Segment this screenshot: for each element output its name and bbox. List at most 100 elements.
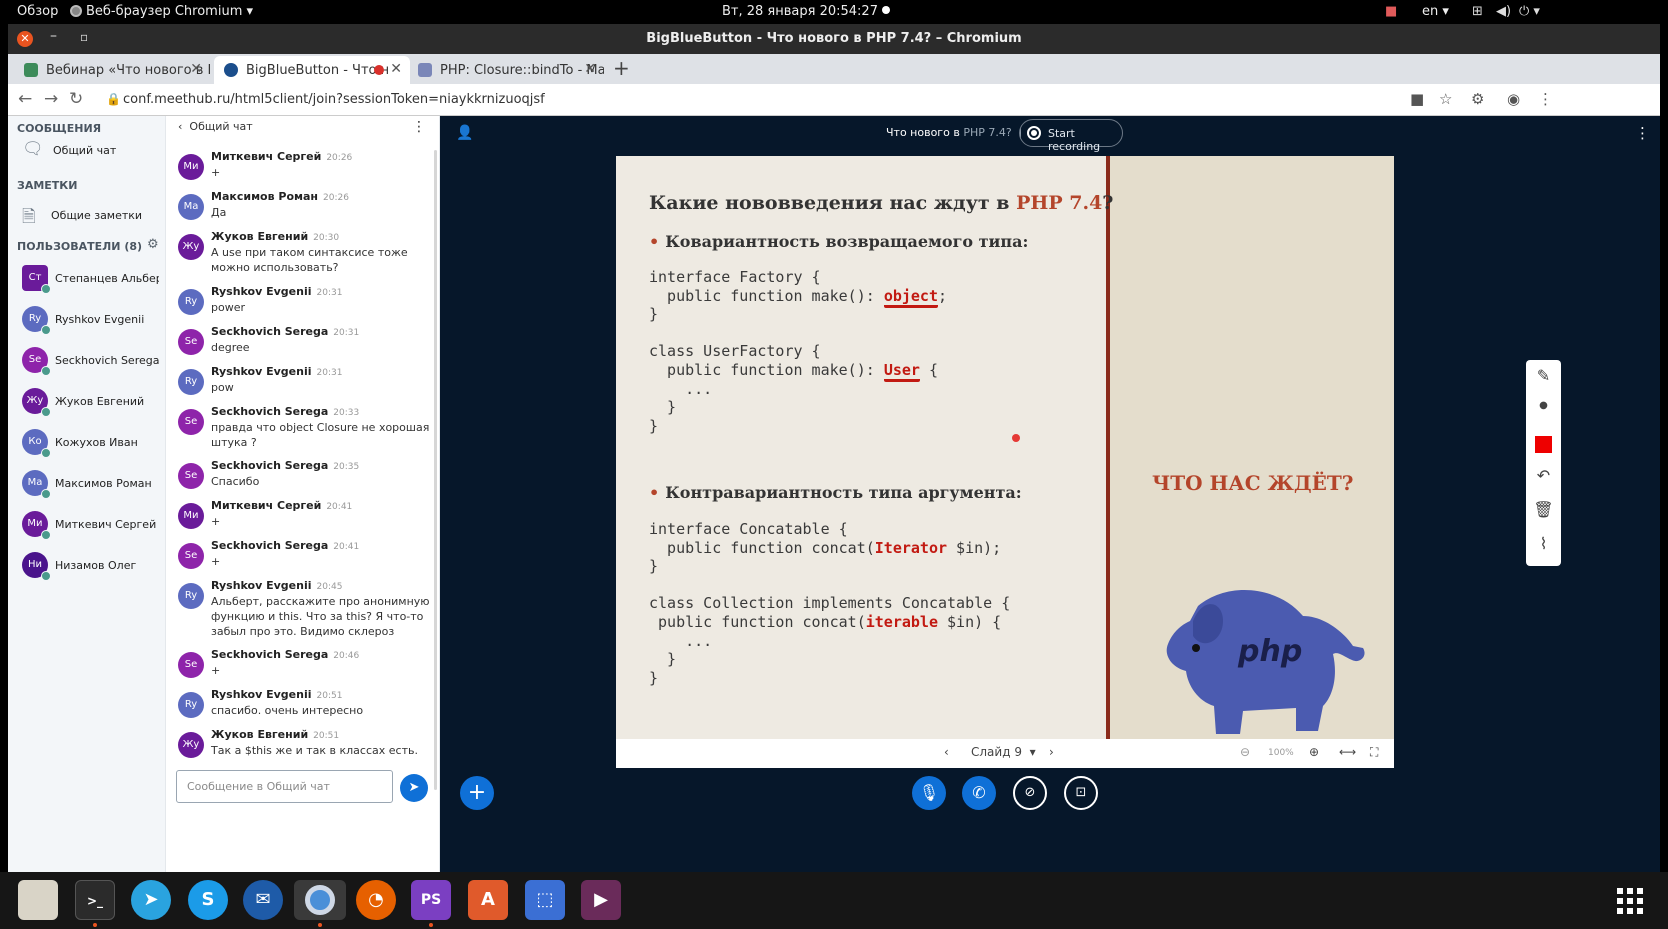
camera-in-use-icon[interactable]: ■ <box>1410 90 1424 108</box>
chat-options-icon[interactable]: ⋮ <box>412 119 426 135</box>
chevron-left-icon[interactable]: ‹ <box>178 120 182 133</box>
zoom-in-icon[interactable]: ⊕ <box>1309 745 1319 759</box>
slide-label: Слайд 9 <box>971 745 1022 759</box>
chat-header[interactable]: ‹ Общий чат <box>178 120 253 133</box>
microphone-icon: 🎙 <box>918 783 940 802</box>
avatar: Ry <box>178 583 204 609</box>
reload-icon[interactable]: ↻ <box>69 89 83 109</box>
close-tab-icon[interactable]: ✕ <box>390 61 402 77</box>
fit-width-icon[interactable]: ⟷ <box>1339 745 1356 759</box>
audio-leave-button[interactable]: ✆ <box>962 776 996 810</box>
avatar: Se <box>178 463 204 489</box>
user-name: Степанцев Альбер... <box>55 272 159 285</box>
screenshare-button[interactable]: ⊡ <box>1064 776 1098 810</box>
user-row[interactable]: Ни Низамов Олег <box>22 552 162 582</box>
message-author: Seckhovich Serega 20:31 <box>211 325 360 338</box>
url-field[interactable]: conf.meethub.ru/html5client/join?session… <box>123 92 545 107</box>
shared-notes-link[interactable]: Общие заметки <box>51 209 142 222</box>
gear-icon[interactable]: ⚙ <box>147 237 159 252</box>
clock[interactable]: Вт, 28 января 20:54:27 <box>722 4 890 19</box>
bookmark-star-icon[interactable]: ☆ <box>1439 90 1452 108</box>
zoom-out-icon[interactable]: ⊖ <box>1240 745 1250 759</box>
thickness-dot-icon[interactable]: ● <box>1526 400 1561 411</box>
new-tab-button[interactable]: + <box>613 56 630 80</box>
lock-icon[interactable]: 🔒 <box>106 92 121 106</box>
prev-slide-button[interactable]: ‹ <box>944 745 949 759</box>
message-text: Да <box>211 206 227 219</box>
webcam-button[interactable]: ⊘ <box>1013 776 1047 810</box>
tab-bigbluebutton[interactable]: BigBlueButton - Что н ✕ <box>214 56 410 84</box>
activities-button[interactable]: Обзор <box>17 4 58 19</box>
code-block-covariance: interface Factory { public function make… <box>649 268 948 435</box>
back-icon[interactable]: ← <box>18 89 32 109</box>
running-indicator-icon <box>429 923 433 927</box>
next-slide-button[interactable]: › <box>1049 745 1054 759</box>
user-row[interactable]: Жу Жуков Евгений <box>22 388 162 418</box>
presence-icon <box>41 448 51 458</box>
php-elephant-mascot: php <box>1166 589 1365 734</box>
presence-icon <box>41 407 51 417</box>
phpstorm-icon[interactable]: PS <box>411 880 451 920</box>
slide-bullet: • Контравариантность типа аргумента: <box>649 483 1022 502</box>
power-icon[interactable]: ⏻ ▾ <box>1519 4 1540 19</box>
files-icon[interactable] <box>18 880 58 920</box>
screen-recording-icon[interactable]: ■ <box>1385 4 1397 19</box>
chat-scrollbar[interactable] <box>434 150 437 790</box>
notification-dot-icon <box>881 6 890 14</box>
forward-icon[interactable]: → <box>44 89 58 109</box>
color-picker-swatch[interactable] <box>1535 436 1552 453</box>
actions-plus-button[interactable]: + <box>460 776 494 810</box>
tab-php-docs[interactable]: PHP: Closure::bindTo - Ma ✕ <box>408 56 604 84</box>
software-center-icon[interactable]: A <box>468 880 508 920</box>
user-row[interactable]: Ми Миткевич Сергей <box>22 511 162 541</box>
user-row[interactable]: Ко Кожухов Иван <box>22 429 162 459</box>
user-row[interactable]: Se Seckhovich Serega <box>22 347 162 377</box>
user-row[interactable]: Ст Степанцев Альбер... <box>22 265 162 295</box>
screenshot-tool-icon[interactable]: ⬚ <box>525 880 565 920</box>
chromium-dock-icon[interactable] <box>294 880 346 920</box>
users-heading: ПОЛЬЗОВАТЕЛИ (8) <box>17 240 143 253</box>
show-applications-icon[interactable] <box>1617 888 1643 914</box>
chromium-icon <box>70 5 82 17</box>
toggle-userlist-icon[interactable]: 👤 <box>456 125 473 141</box>
language-switcher[interactable]: en ▾ <box>1422 4 1449 19</box>
presence-icon <box>41 489 51 499</box>
slide-selector[interactable]: Слайд 9 ▾ <box>971 745 1036 759</box>
fullscreen-icon[interactable]: ⛶ <box>1370 745 1378 760</box>
avatar: Ми <box>22 511 51 540</box>
avatar: Ry <box>178 369 204 395</box>
bbb-app: СООБЩЕНИЯ 🗨 Общий чат ЗАМЕТКИ 🗎 Общие за… <box>8 116 1660 872</box>
tab-webinar[interactable]: Вебинар «Что нового в P ✕ <box>14 56 210 84</box>
trash-icon[interactable]: 🗑 <box>1526 500 1561 519</box>
presence-icon <box>41 325 51 335</box>
chat-message-input[interactable] <box>176 770 393 803</box>
message-time: 20:26 <box>323 193 349 203</box>
tab-label: Вебинар «Что нового в P <box>46 63 210 78</box>
options-menu-icon[interactable]: ⋮ <box>1635 124 1650 142</box>
pencil-icon[interactable]: ✎ <box>1526 366 1561 385</box>
undo-icon[interactable]: ↶ <box>1526 466 1561 485</box>
chat-icon: 🗨 <box>22 139 44 159</box>
browser-menu-icon[interactable]: ⋮ <box>1538 90 1553 108</box>
user-row[interactable]: Ry Ryshkov Evgenii <box>22 306 162 336</box>
user-row[interactable]: Ма Максимов Роман <box>22 470 162 500</box>
send-message-button[interactable]: ➤ <box>400 774 428 802</box>
telegram-icon[interactable]: ➤ <box>131 880 171 920</box>
multiuser-whiteboard-icon[interactable]: ⌇ <box>1526 534 1561 553</box>
close-tab-icon[interactable]: ✕ <box>190 61 202 77</box>
video-player-icon[interactable]: ▶ <box>581 880 621 920</box>
thunderbird-icon[interactable]: ✉ <box>243 880 283 920</box>
close-tab-icon[interactable]: ✕ <box>584 61 596 77</box>
terminal-icon[interactable]: >_ <box>75 880 115 920</box>
chat-panel: ‹ Общий чат ⋮ Ми Миткевич Сергей 20:26 + … <box>166 116 440 872</box>
app-menu[interactable]: Веб-браузер Chromium ▾ <box>70 4 253 19</box>
volume-icon[interactable]: ◀) <box>1496 4 1511 19</box>
extension-icon[interactable]: ⚙ <box>1471 90 1484 108</box>
profile-icon[interactable]: ◉ <box>1507 90 1520 108</box>
start-recording-button[interactable]: Start recording <box>1019 119 1123 153</box>
microphone-button[interactable]: 🎙 <box>912 776 946 810</box>
firefox-icon[interactable]: ◔ <box>356 880 396 920</box>
network-icon[interactable]: ⊞ <box>1472 4 1483 19</box>
public-chat-link[interactable]: Общий чат <box>53 144 116 157</box>
skype-icon[interactable]: S <box>188 880 228 920</box>
